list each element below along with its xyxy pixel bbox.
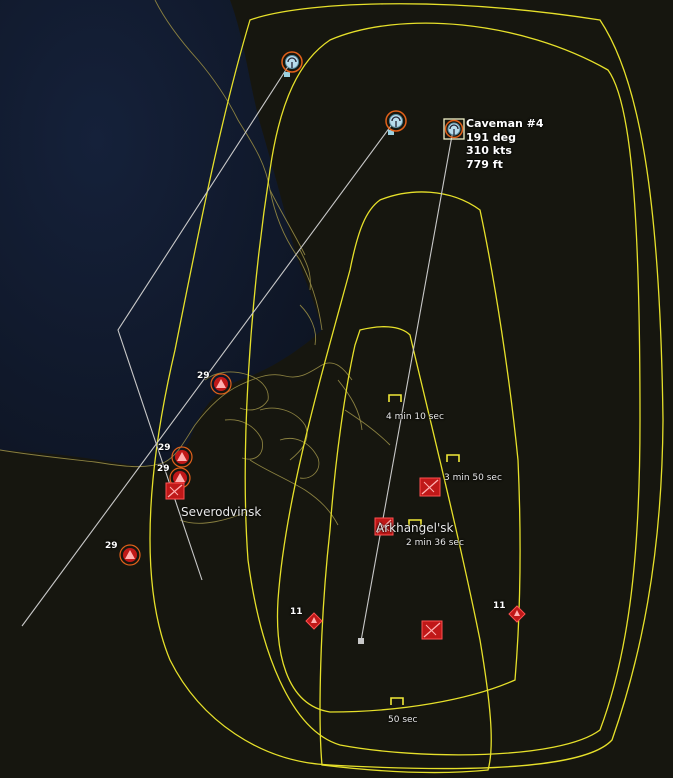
unit-info-panel: Caveman #4 191 deg 310 kts 779 ft xyxy=(466,117,544,171)
aircraft-unit-icon[interactable] xyxy=(281,51,303,73)
unit-heading: 191 deg xyxy=(466,130,516,144)
unit-count-label: 29 xyxy=(105,541,118,551)
waypoint-bracket-icon[interactable] xyxy=(446,454,460,462)
tactical-map[interactable]: Caveman #4 191 deg 310 kts 779 ft 29 29 … xyxy=(0,0,673,778)
unit-count-label: 29 xyxy=(197,371,210,381)
unit-name: Caveman #4 xyxy=(466,117,544,130)
airbase-icon[interactable] xyxy=(419,477,441,497)
sam-site-icon[interactable] xyxy=(210,373,232,395)
track-marker-a xyxy=(284,72,290,77)
place-label-arkhangelsk: Arkhangel'sk xyxy=(376,521,454,535)
airbase-icon[interactable] xyxy=(421,620,443,640)
waypoint-bracket-icon[interactable] xyxy=(388,394,402,402)
track-line-c xyxy=(360,129,454,642)
unit-altitude: 779 ft xyxy=(466,157,503,171)
unit-speed: 310 kts xyxy=(466,144,512,157)
waypoint-timer: 50 sec xyxy=(388,715,418,725)
ground-unit-icon[interactable] xyxy=(508,605,526,623)
selected-aircraft-icon[interactable] xyxy=(443,118,465,140)
unit-count-label: 29 xyxy=(158,443,171,453)
sea-area xyxy=(0,0,322,467)
track-end-marker xyxy=(358,638,364,644)
unit-count-label: 11 xyxy=(290,607,303,617)
unit-count-label: 29 xyxy=(157,464,170,474)
map-canvas xyxy=(0,0,664,774)
airbase-icon[interactable] xyxy=(165,482,185,500)
range-ring-second xyxy=(244,22,641,756)
ground-unit-icon[interactable] xyxy=(305,612,323,630)
sam-site-icon[interactable] xyxy=(119,544,141,566)
waypoint-timer: 2 min 36 sec xyxy=(406,538,464,548)
aircraft-unit-icon[interactable] xyxy=(385,110,407,132)
waypoint-timer: 3 min 50 sec xyxy=(444,473,502,483)
place-label-severodvinsk: Severodvinsk xyxy=(181,505,262,519)
waypoint-timer: 4 min 10 sec xyxy=(386,412,444,422)
unit-count-label: 11 xyxy=(493,601,506,611)
waypoint-bracket-icon[interactable] xyxy=(390,697,404,705)
sam-site-icon[interactable] xyxy=(171,446,193,468)
